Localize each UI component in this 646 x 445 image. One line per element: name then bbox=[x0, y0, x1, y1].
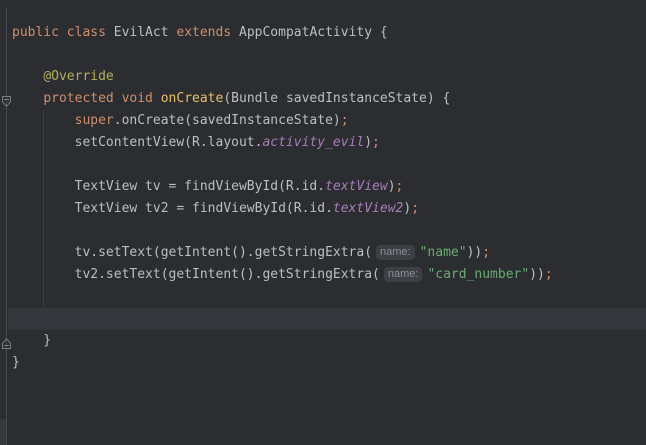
gutter-separator bbox=[6, 8, 7, 445]
code-token-semicolon: ; bbox=[341, 113, 349, 128]
code-line[interactable] bbox=[8, 44, 646, 66]
parameter-name-hint[interactable]: name: bbox=[384, 267, 423, 282]
code-line[interactable]: super.onCreate(savedInstanceState); bbox=[8, 110, 646, 132]
code-token-method: onCreate bbox=[161, 91, 224, 106]
code-token-plain: TextView tv2 = findViewById(R.id. bbox=[12, 201, 333, 216]
code-token-semicolon: ; bbox=[482, 245, 490, 260]
code-line[interactable]: setContentView(R.layout.activity_evil); bbox=[8, 132, 646, 154]
code-token-semicolon: ; bbox=[545, 267, 553, 282]
code-token-resource: activity_evil bbox=[262, 135, 364, 150]
code-token-plain bbox=[12, 113, 75, 128]
code-line[interactable] bbox=[8, 286, 646, 308]
code-token-semicolon: ; bbox=[396, 179, 404, 194]
code-line[interactable] bbox=[8, 220, 646, 242]
code-token-plain: ) bbox=[388, 179, 396, 194]
panel-edge bbox=[0, 419, 6, 445]
code-token-plain: tv.setText(getIntent().getStringExtra( bbox=[12, 245, 372, 260]
code-token-plain: (Bundle savedInstanceState) { bbox=[223, 91, 450, 106]
code-token-string: "card_number" bbox=[427, 267, 529, 282]
code-token-resource: textView2 bbox=[333, 201, 403, 216]
code-token-plain: } bbox=[12, 333, 51, 348]
fold-collapse-up-icon[interactable] bbox=[1, 335, 12, 348]
code-token-plain: TextView tv = findViewById(R.id. bbox=[12, 179, 325, 194]
code-token-keyword: protected void bbox=[43, 91, 160, 106]
code-token-plain bbox=[12, 91, 43, 106]
code-token-plain: ) bbox=[403, 201, 411, 216]
code-token-resource: textView bbox=[325, 179, 388, 194]
code-area[interactable]: public class EvilAct extends AppCompatAc… bbox=[8, 22, 646, 445]
code-token-plain: .onCreate(savedInstanceState) bbox=[114, 113, 341, 128]
code-line[interactable]: TextView tv = findViewById(R.id.textView… bbox=[8, 176, 646, 198]
code-line[interactable]: tv.setText(getIntent().getStringExtra( na… bbox=[8, 242, 646, 264]
code-token-plain: setContentView(R.layout. bbox=[12, 135, 262, 150]
code-line[interactable]: tv2.setText(getIntent().getStringExtra( n… bbox=[8, 264, 646, 286]
code-token-keyword: super bbox=[75, 113, 114, 128]
code-token-semicolon: ; bbox=[372, 135, 380, 150]
code-token-string: "name" bbox=[420, 245, 467, 260]
code-token-plain: ) bbox=[364, 135, 372, 150]
code-token-semicolon: ; bbox=[411, 201, 419, 216]
code-token-plain bbox=[12, 69, 43, 84]
code-line[interactable] bbox=[8, 154, 646, 176]
caret-line[interactable] bbox=[8, 308, 646, 330]
code-token-plain: EvilAct bbox=[114, 25, 177, 40]
code-line[interactable]: @Override bbox=[8, 66, 646, 88]
code-token-plain: } bbox=[12, 355, 20, 370]
code-token-plain: AppCompatActivity { bbox=[239, 25, 388, 40]
code-token-plain: )) bbox=[529, 267, 545, 282]
code-line[interactable]: protected void onCreate(Bundle savedInst… bbox=[8, 88, 646, 110]
code-line[interactable]: } bbox=[8, 352, 646, 374]
code-token-keyword: public class bbox=[12, 25, 114, 40]
parameter-name-hint[interactable]: name: bbox=[376, 245, 415, 260]
code-line[interactable]: } bbox=[8, 330, 646, 352]
fold-collapse-down-icon[interactable] bbox=[1, 93, 12, 106]
code-token-plain: tv2.setText(getIntent().getStringExtra( bbox=[12, 267, 380, 282]
code-editor: public class EvilAct extends AppCompatAc… bbox=[0, 0, 646, 445]
code-token-keyword: extends bbox=[176, 25, 239, 40]
code-token-plain: )) bbox=[467, 245, 483, 260]
code-token-annotation: @Override bbox=[43, 69, 113, 84]
code-line[interactable]: TextView tv2 = findViewById(R.id.textVie… bbox=[8, 198, 646, 220]
code-line[interactable]: public class EvilAct extends AppCompatAc… bbox=[8, 22, 646, 44]
